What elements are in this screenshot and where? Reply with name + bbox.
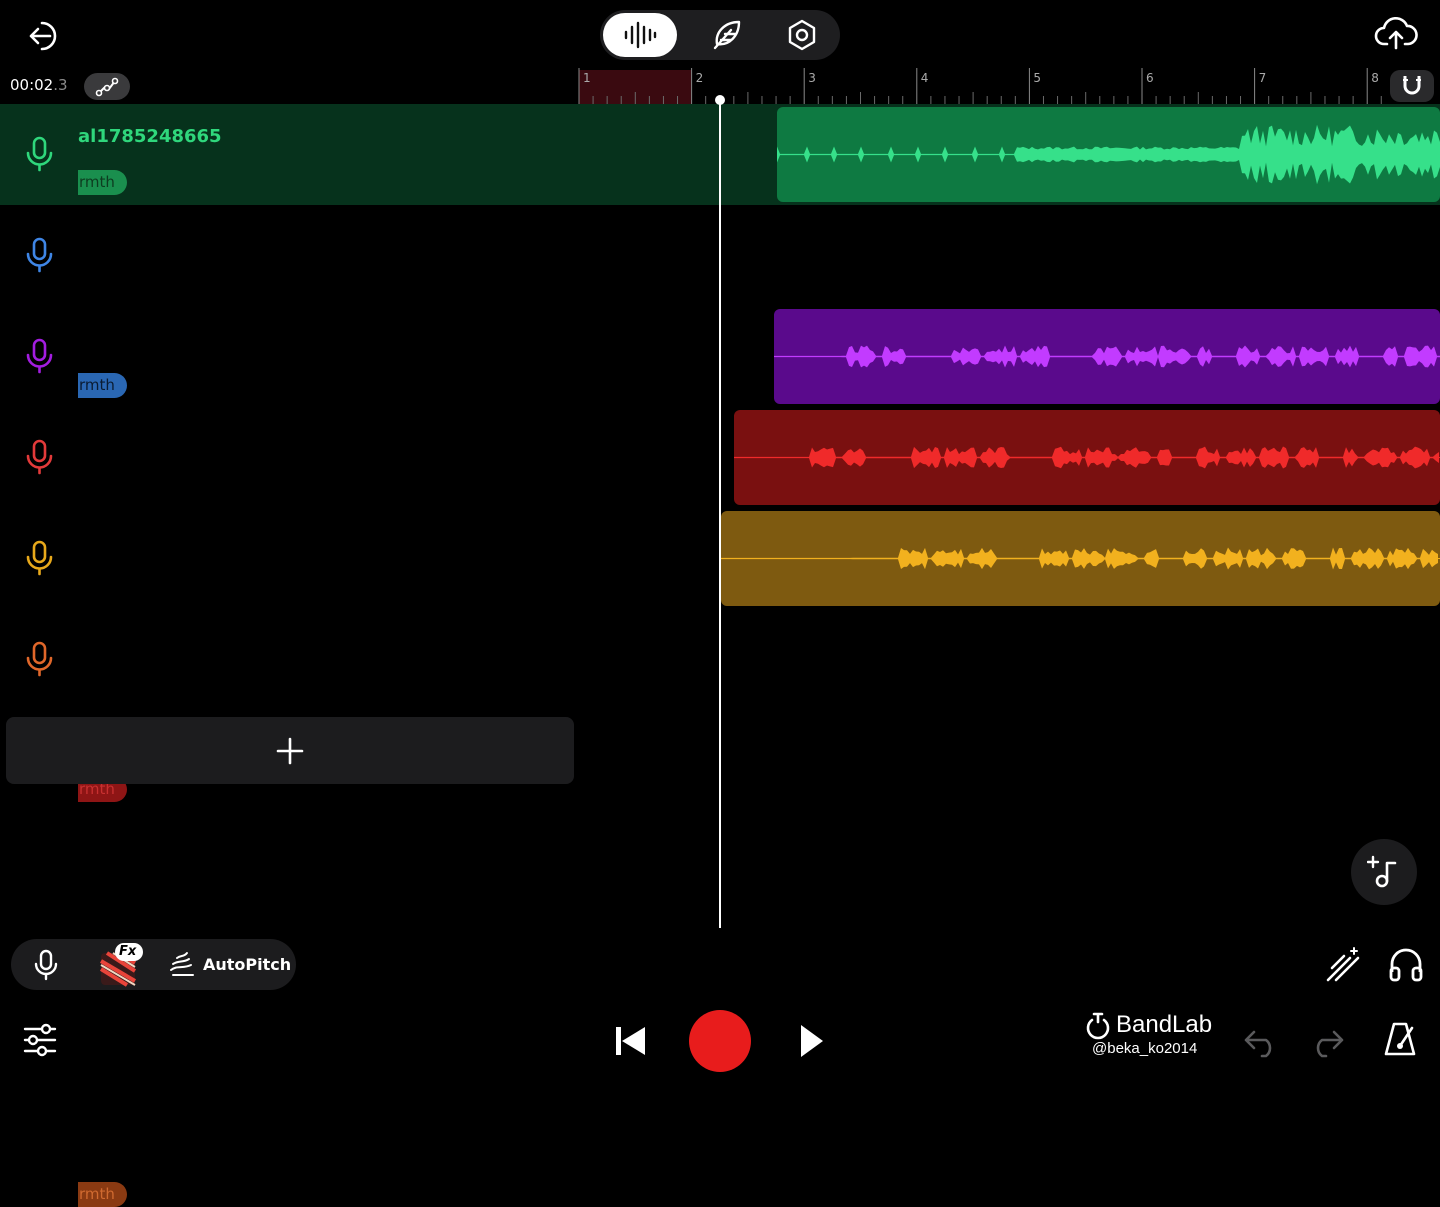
tab-effects[interactable] [704, 13, 748, 57]
audio-region[interactable] [777, 107, 1440, 202]
track-name: al1785248665 [78, 126, 222, 147]
time-main: 00:02 [10, 76, 54, 94]
record-button[interactable] [689, 1010, 751, 1072]
mixer-button[interactable] [22, 1022, 58, 1058]
sliders-icon [23, 1023, 57, 1057]
metronome-icon [1384, 1022, 1416, 1056]
fx-badge: Fx [119, 944, 137, 959]
play-button[interactable] [790, 1018, 834, 1064]
redo-icon [1316, 1030, 1344, 1058]
microphone-icon [26, 338, 53, 374]
magic-wand-icon [1326, 947, 1360, 982]
time-readout: 00:02.3 [10, 76, 68, 94]
track-header[interactable]: rmth [0, 407, 720, 802]
automation-icon [95, 77, 119, 96]
waveform-icon [624, 21, 657, 49]
microphone-icon [26, 641, 53, 677]
fx-preset-button[interactable]: Fx [99, 943, 143, 987]
bar-number: 8 [1371, 71, 1379, 85]
microphone-icon [34, 949, 58, 981]
waveform [734, 446, 1440, 469]
input-mic-button[interactable] [33, 949, 59, 981]
waveform [777, 124, 1440, 185]
undo-icon [1244, 1030, 1272, 1058]
timeline-ruler[interactable]: 1 2 3 4 5 6 7 8 [578, 64, 1390, 104]
audio-region[interactable] [734, 410, 1440, 505]
autopitch-button[interactable]: AutoPitch [161, 939, 291, 990]
track-header[interactable] [0, 508, 720, 609]
bar-number: 7 [1259, 71, 1267, 85]
track-header[interactable]: rmth [0, 609, 720, 1207]
view-switcher [600, 10, 840, 60]
brand: BandLab @beka_ko2014 [1084, 1010, 1224, 1070]
tab-settings[interactable] [780, 13, 824, 57]
metronome-button[interactable] [1380, 1020, 1420, 1060]
skip-back-icon [616, 1027, 645, 1055]
headphones-icon [1389, 948, 1423, 982]
bar-number: 1 [583, 71, 591, 85]
hex-settings-icon [788, 19, 816, 51]
cloud-upload-icon [1374, 16, 1418, 50]
autopitch-icon [170, 952, 194, 976]
add-instrument-button[interactable] [1351, 839, 1417, 905]
track-header[interactable]: rmth [0, 205, 720, 398]
bandlab-logo-icon [1086, 1012, 1110, 1040]
plus-icon [276, 737, 304, 764]
bar-number: 3 [808, 71, 816, 85]
monitor-button[interactable] [1386, 944, 1426, 984]
magnet-icon [1403, 76, 1421, 95]
save-cloud-button[interactable] [1374, 14, 1418, 54]
microphone-icon [26, 237, 53, 273]
exit-button[interactable] [24, 16, 66, 56]
add-track-button[interactable] [6, 717, 574, 784]
microphone-icon [26, 540, 53, 576]
magic-button[interactable] [1324, 944, 1364, 984]
undo-button[interactable] [1242, 1024, 1280, 1060]
playhead-handle[interactable] [715, 95, 725, 105]
bar-number: 4 [921, 71, 929, 85]
preset-pill[interactable]: rmth [78, 170, 127, 195]
time-sub: .3 [53, 76, 68, 94]
play-icon [801, 1025, 823, 1057]
rewind-button[interactable] [608, 1020, 652, 1062]
audio-region[interactable] [721, 511, 1440, 606]
automation-button[interactable] [84, 73, 130, 100]
microphone-icon [26, 136, 53, 172]
tab-tracks[interactable] [603, 13, 677, 57]
audio-region[interactable] [774, 309, 1440, 404]
autopitch-label: AutoPitch [203, 955, 292, 974]
playhead[interactable] [719, 96, 721, 928]
track-header[interactable] [0, 306, 720, 407]
bar-number: 5 [1033, 71, 1041, 85]
voice-toolbar: Fx AutoPitch [11, 939, 296, 990]
add-music-note-icon [1367, 855, 1397, 888]
waveform [774, 345, 1440, 368]
brand-name: BandLab [1116, 1011, 1213, 1038]
bar-number: 6 [1146, 71, 1154, 85]
snap-button[interactable] [1390, 70, 1434, 102]
microphone-icon [26, 439, 53, 475]
bar-number: 2 [696, 71, 704, 85]
waveform [721, 547, 1440, 570]
exit-icon [29, 21, 57, 51]
redo-button[interactable] [1308, 1024, 1346, 1060]
username: @beka_ko2014 [1092, 1040, 1198, 1057]
preset-pill[interactable]: rmth [78, 1182, 127, 1207]
feather-icon [713, 20, 741, 50]
